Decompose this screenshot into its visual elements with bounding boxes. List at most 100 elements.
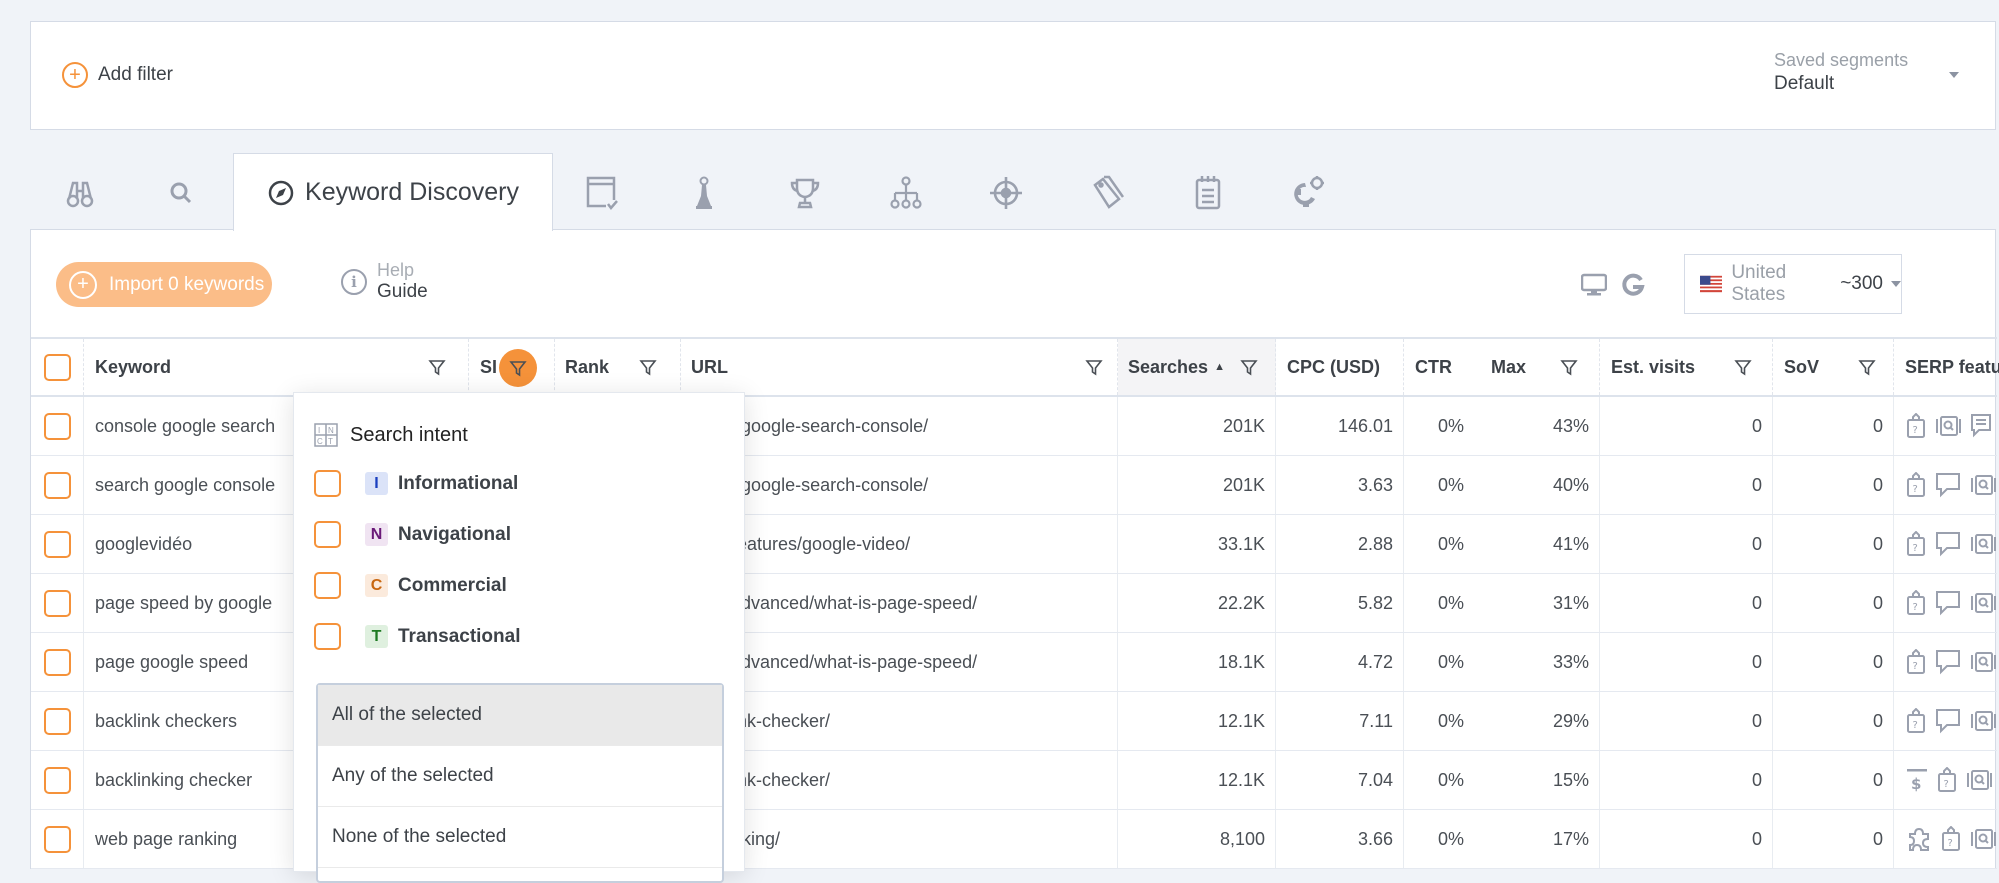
filter-funnel-icon[interactable] [639, 358, 657, 376]
intent-option-commercial[interactable]: C Commercial [314, 572, 507, 599]
cell-url[interactable]: ite-ranking/ [681, 810, 1118, 868]
image-search-icon[interactable] [1970, 592, 1996, 614]
tab-competitors[interactable] [684, 173, 724, 213]
country-select[interactable]: United States ~300 [1684, 254, 1902, 314]
question-clipboard-icon[interactable]: ? [1906, 413, 1926, 439]
tab-rankings[interactable] [785, 173, 825, 213]
intent-checkbox[interactable] [314, 572, 341, 599]
header-keyword[interactable]: Keyword SI [84, 339, 497, 395]
cell-searches: 33.1K [1118, 515, 1276, 573]
puzzle-icon[interactable] [1906, 826, 1932, 852]
image-search-icon[interactable] [1970, 533, 1996, 555]
row-checkbox[interactable] [43, 530, 71, 558]
image-search-icon[interactable] [1935, 415, 1961, 437]
match-mode-any[interactable]: Any of the selected [318, 746, 722, 807]
tab-tags[interactable] [1088, 173, 1128, 213]
intent-option-informational[interactable]: I Informational [314, 470, 518, 497]
filter-funnel-icon [509, 361, 527, 377]
desktop-icon[interactable] [1581, 273, 1607, 297]
speech-bubble-icon[interactable] [1935, 590, 1961, 616]
question-clipboard-icon[interactable]: ? [1906, 472, 1926, 498]
tab-target[interactable] [986, 173, 1026, 213]
header-cpc[interactable]: CPC (USD) [1276, 339, 1404, 395]
intent-option-navigational[interactable]: N Navigational [314, 521, 511, 548]
image-search-icon[interactable] [1966, 769, 1992, 791]
filter-funnel-icon[interactable] [1734, 358, 1752, 376]
question-clipboard-icon[interactable]: ? [1906, 708, 1926, 734]
import-keywords-button[interactable]: + Import 0 keywords [56, 262, 272, 307]
tab-settings[interactable] [1289, 173, 1329, 213]
question-clipboard-icon[interactable]: ? [1937, 767, 1957, 793]
speech-bubble-icon[interactable] [1935, 708, 1961, 734]
intent-checkbox[interactable] [314, 623, 341, 650]
row-checkbox[interactable] [43, 825, 71, 853]
match-mode-none[interactable]: None of the selected [318, 807, 722, 868]
header-rank[interactable]: Rank [554, 339, 681, 395]
row-checkbox[interactable] [43, 471, 71, 499]
row-checkbox[interactable] [43, 589, 71, 617]
us-flag-icon [1700, 275, 1723, 293]
intent-option-transactional[interactable]: T Transactional [314, 623, 521, 650]
cell-url[interactable]: serp-features/google-video/ [681, 515, 1118, 573]
filter-funnel-icon[interactable] [1085, 358, 1103, 376]
cell-cpc: 7.04 [1276, 751, 1404, 809]
tab-binoculars[interactable] [60, 173, 100, 213]
add-filter-button[interactable]: + Add filter [62, 62, 173, 88]
row-checkbox[interactable] [43, 707, 71, 735]
header-searches[interactable]: Searches ▲ [1118, 339, 1276, 395]
speech-bubble-icon[interactable] [1935, 649, 1961, 675]
intent-checkbox[interactable] [314, 521, 341, 548]
trophy-icon [790, 178, 820, 209]
speech-bubble-icon[interactable] [1935, 531, 1961, 557]
filter-funnel-icon[interactable] [428, 358, 446, 376]
header-est-visits[interactable]: Est. visits [1600, 339, 1773, 395]
help-guide-link[interactable]: i Help Guide [341, 260, 428, 303]
question-clipboard-icon[interactable]: ? [1906, 590, 1926, 616]
tab-search[interactable] [161, 173, 201, 213]
cell-sov: 0 [1773, 515, 1894, 573]
row-checkbox[interactable] [43, 648, 71, 676]
image-search-icon[interactable] [1970, 651, 1996, 673]
si-filter-button-active[interactable] [499, 349, 537, 387]
select-all-checkbox[interactable] [43, 353, 71, 381]
filter-funnel-icon[interactable] [1560, 358, 1578, 376]
header-sov[interactable]: SoV [1773, 339, 1894, 395]
question-clipboard-icon[interactable]: ? [1906, 531, 1926, 557]
match-mode-all[interactable]: All of the selected [318, 685, 722, 746]
question-clipboard-icon[interactable]: ? [1906, 649, 1926, 675]
cell-url[interactable]: backlink-checker/ [681, 692, 1118, 750]
tab-notes[interactable] [1188, 173, 1228, 213]
cell-url[interactable]: -seo/advanced/what-is-page-speed/ [681, 574, 1118, 632]
row-checkbox[interactable] [43, 766, 71, 794]
row-checkbox[interactable] [43, 412, 71, 440]
sitemap-icon [890, 176, 922, 209]
cell-sov: 0 [1773, 456, 1894, 514]
comment-lines-icon[interactable] [1970, 413, 1992, 439]
tab-sitemap[interactable] [886, 173, 926, 213]
cell-url[interactable]: -seo/advanced/what-is-page-speed/ [681, 633, 1118, 691]
header-ctr-max[interactable]: CTR Max [1404, 339, 1600, 395]
saved-segments-select[interactable]: Saved segments Default [1774, 50, 1908, 95]
cell-url[interactable]: ration/google-search-console/ [681, 397, 1118, 455]
cell-url[interactable]: ration/google-search-console/ [681, 456, 1118, 514]
image-search-icon[interactable] [1970, 710, 1996, 732]
cell-searches: 22.2K [1118, 574, 1276, 632]
image-search-icon[interactable] [1970, 828, 1996, 850]
header-url[interactable]: URL [681, 339, 1118, 395]
filter-funnel-icon[interactable] [1240, 358, 1258, 376]
top-ad-dollar-icon[interactable]: $ [1906, 767, 1928, 793]
svg-text:?: ? [1913, 602, 1918, 613]
cell-url[interactable]: backlink-checker/ [681, 751, 1118, 809]
intent-checkbox[interactable] [314, 470, 341, 497]
header-serp-features[interactable]: SERP featu [1894, 339, 1999, 395]
caret-down-icon[interactable] [1949, 72, 1959, 78]
tab-keyword-discovery[interactable]: Keyword Discovery [233, 153, 553, 231]
filter-funnel-icon[interactable] [1858, 358, 1876, 376]
question-clipboard-icon[interactable]: ? [1941, 826, 1961, 852]
google-icon[interactable] [1621, 273, 1645, 297]
cell-max: 40% [1474, 456, 1600, 514]
image-search-icon[interactable] [1970, 474, 1996, 496]
info-icon: i [341, 268, 367, 295]
tab-site-audit[interactable] [583, 173, 623, 213]
speech-bubble-icon[interactable] [1935, 472, 1961, 498]
